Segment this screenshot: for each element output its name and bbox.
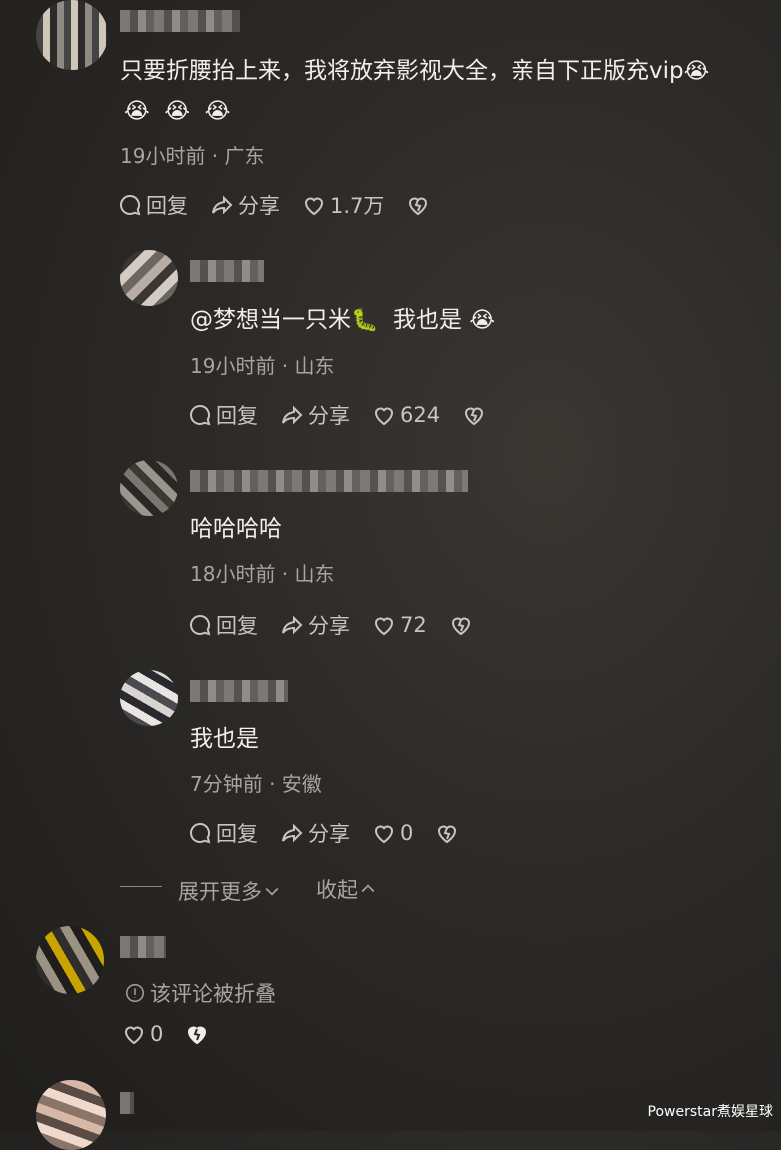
like-button[interactable]: 72	[372, 613, 427, 637]
crying-emoji: 😭	[683, 59, 710, 84]
heart-icon	[374, 407, 394, 426]
reply-text: 我也是	[190, 726, 259, 752]
expand-more-button[interactable]: 展开更多	[178, 876, 282, 906]
share-button[interactable]: 分享	[280, 818, 350, 848]
reply-text: 哈哈哈哈	[190, 516, 282, 542]
reply-meta: 19小时前 · 山东	[190, 354, 335, 378]
reply-button[interactable]: 回复	[118, 190, 188, 220]
reply-actions: 回复 分享 624	[188, 400, 512, 430]
username[interactable]	[190, 470, 468, 492]
folded-notice: 该评论被折叠	[124, 978, 276, 1008]
avatar[interactable]	[36, 1080, 106, 1150]
reply-icon	[190, 404, 211, 426]
folded-actions: 0	[122, 1022, 235, 1046]
share-button[interactable]: 分享	[280, 400, 350, 430]
like-button[interactable]: 0	[372, 821, 413, 845]
share-icon	[282, 405, 303, 425]
reply-icon	[190, 614, 211, 636]
comment-actions: 回复 分享 1.7万	[118, 190, 456, 220]
chevron-down-icon	[265, 887, 279, 896]
heart-icon	[374, 825, 394, 844]
dislike-icon	[465, 407, 484, 426]
dislike-button[interactable]	[406, 193, 434, 217]
reply-icon	[190, 822, 211, 844]
dislike-icon	[451, 617, 470, 636]
collapse-button[interactable]: 收起	[316, 874, 378, 904]
reply-button[interactable]: 回复	[188, 818, 258, 848]
reply-actions: 回复 分享 0	[188, 818, 485, 848]
username[interactable]	[190, 680, 288, 702]
avatar[interactable]	[120, 460, 178, 516]
reply-text: @梦想当一只米🐛 我也是 😭	[190, 305, 495, 336]
dislike-icon	[409, 197, 428, 216]
username[interactable]	[120, 1092, 134, 1114]
username[interactable]	[190, 260, 264, 282]
avatar[interactable]	[36, 926, 104, 994]
share-icon	[282, 615, 303, 635]
caterpillar-emoji: 🐛	[351, 308, 379, 333]
reply-button[interactable]: 回复	[188, 400, 258, 430]
crying-emoji: 😭	[164, 99, 191, 124]
reply-icon	[120, 194, 141, 216]
reply-meta: 7分钟前 · 安徽	[190, 772, 322, 796]
crying-emoji: 😭	[204, 99, 231, 124]
dislike-button[interactable]	[185, 1022, 213, 1046]
like-button[interactable]: 1.7万	[302, 190, 384, 220]
reply-button[interactable]: 回复	[188, 610, 258, 640]
heart-icon	[124, 1026, 144, 1045]
crying-emoji: 😭	[124, 99, 150, 124]
username[interactable]	[120, 10, 240, 32]
like-button[interactable]: 0	[122, 1022, 163, 1046]
username[interactable]	[120, 936, 166, 958]
watermark: Powerstar煮娱星球	[647, 1104, 773, 1120]
dislike-button[interactable]	[462, 403, 490, 427]
dislike-icon	[188, 1026, 207, 1045]
mention-link[interactable]: @梦想当一只米	[190, 307, 351, 333]
share-button[interactable]: 分享	[280, 610, 350, 640]
dislike-button[interactable]	[449, 613, 477, 637]
crying-emoji: 😭	[469, 308, 496, 333]
reply-meta: 18小时前 · 山东	[190, 562, 335, 586]
comment-emojis: 😭 😭 😭	[124, 96, 230, 127]
heart-icon	[304, 197, 324, 216]
info-icon	[126, 984, 144, 1002]
reply-actions: 回复 分享 72	[188, 610, 499, 640]
thread-divider	[120, 886, 162, 887]
share-icon	[282, 823, 303, 843]
dislike-button[interactable]	[435, 821, 463, 845]
dislike-icon	[438, 825, 457, 844]
share-button[interactable]: 分享	[210, 190, 280, 220]
heart-icon	[374, 617, 394, 636]
avatar[interactable]	[36, 0, 108, 70]
avatar[interactable]	[120, 250, 178, 306]
comment-text: 只要折腰抬上来，我将放弃影视大全，亲自下正版充vip😭	[120, 56, 709, 87]
comment-meta: 19小时前 · 广东	[120, 144, 265, 168]
share-icon	[212, 195, 233, 215]
chevron-up-icon	[361, 884, 375, 893]
like-button[interactable]: 624	[372, 403, 440, 427]
avatar[interactable]	[120, 670, 178, 726]
